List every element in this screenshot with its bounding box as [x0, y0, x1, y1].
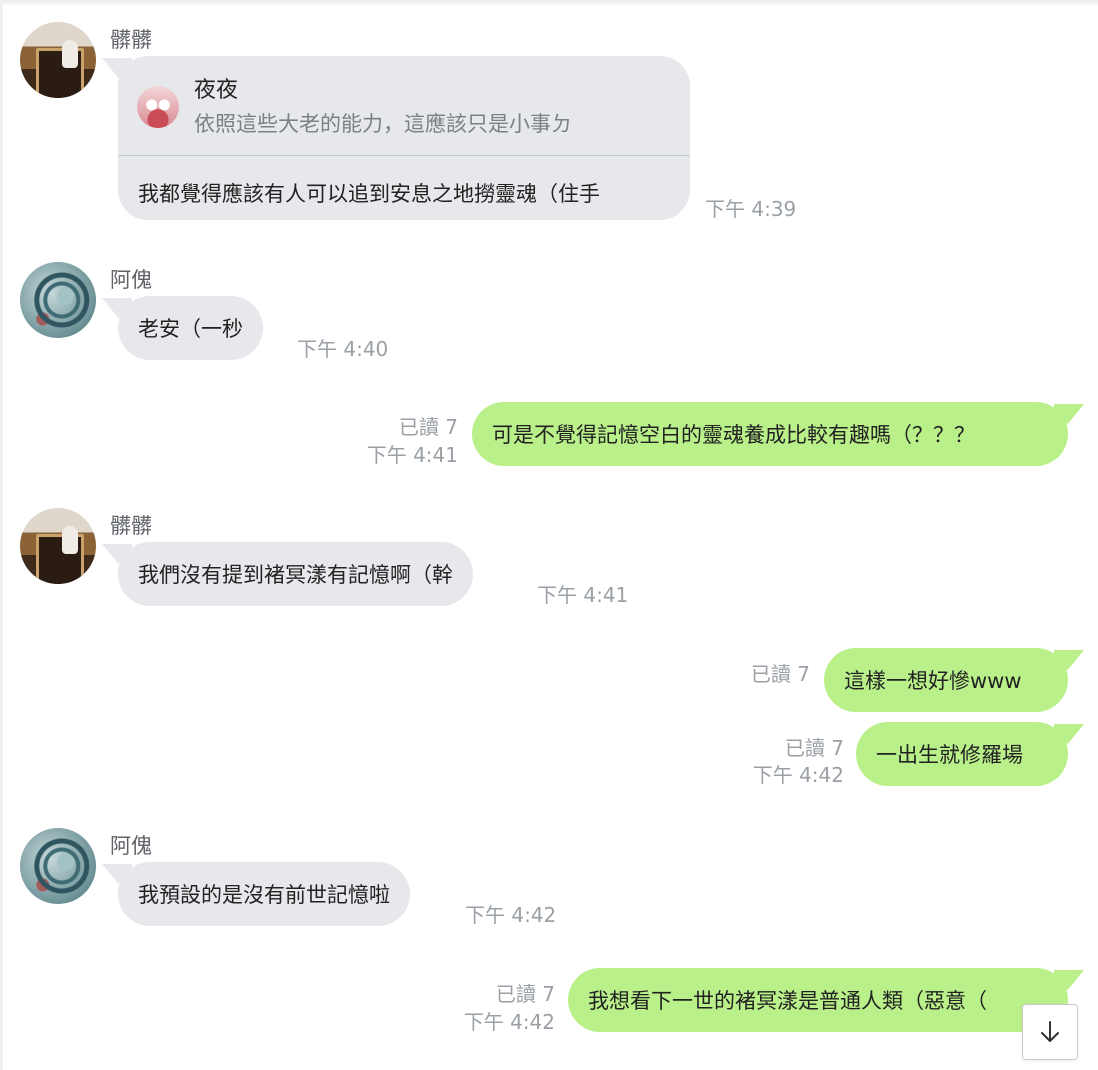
message-time: 下午 4:41 [537, 583, 629, 607]
message-text: 我想看下一世的褚冥漾是普通人類（惡意（ [588, 989, 987, 1013]
quoted-text: 依照這些大老的能力，這應該只是小事ㄉ [194, 112, 572, 136]
left-divider [0, 0, 3, 1070]
message-text: 我都覺得應該有人可以追到安息之地撈靈魂（住手 [138, 182, 600, 206]
scroll-to-bottom-button[interactable] [1022, 1004, 1078, 1060]
read-receipt: 已讀 7 [398, 415, 458, 439]
avatar [137, 86, 179, 128]
reply-message-bubble[interactable]: 夜夜 依照這些大老的能力，這應該只是小事ㄉ 我都覺得應該有人可以追到安息之地撈靈… [118, 56, 690, 220]
message-bubble[interactable]: 可是不覺得記憶空白的靈魂養成比較有趣嗎（？？？ [472, 402, 1068, 466]
message-bubble[interactable]: 我們沒有提到褚冥漾有記憶啊（幹 [118, 542, 473, 606]
message-text: 我們沒有提到褚冥漾有記憶啊（幹 [138, 563, 453, 587]
message-text: 一出生就修羅場 [876, 743, 1023, 767]
header-divider [0, 0, 1098, 6]
sender-name: 阿傀 [110, 268, 152, 292]
chat-window: 髒髒 夜夜 依照這些大老的能力，這應該只是小事ㄉ 我都覺得應該有人可以追到安息之… [0, 0, 1098, 1070]
message-time: 下午 4:41 [366, 443, 458, 467]
message-bubble[interactable]: 我預設的是沒有前世記憶啦 [118, 862, 410, 926]
message-bubble[interactable]: 一出生就修羅場 [856, 722, 1068, 786]
message-bubble[interactable]: 老安（一秒 [118, 296, 263, 360]
read-receipt: 已讀 7 [784, 736, 844, 760]
message-text: 這樣一想好慘www [844, 669, 1022, 693]
avatar[interactable] [20, 22, 96, 98]
message-time: 下午 4:42 [463, 1010, 555, 1034]
sender-name: 髒髒 [110, 28, 152, 52]
quoted-sender-name: 夜夜 [194, 78, 239, 103]
message-text: 我預設的是沒有前世記憶啦 [138, 883, 390, 907]
avatar[interactable] [20, 828, 96, 904]
message-time: 下午 4:39 [705, 197, 797, 221]
read-receipt: 已讀 7 [495, 982, 555, 1006]
message-text: 可是不覺得記憶空白的靈魂養成比較有趣嗎（？？？ [492, 423, 975, 447]
avatar[interactable] [20, 262, 96, 338]
sender-name: 阿傀 [110, 834, 152, 858]
avatar[interactable] [20, 508, 96, 584]
message-time: 下午 4:42 [465, 903, 557, 927]
arrow-down-icon [1039, 1020, 1061, 1044]
quoted-message[interactable]: 夜夜 依照這些大老的能力，這應該只是小事ㄉ [118, 56, 690, 156]
message-text: 老安（一秒 [138, 317, 243, 341]
sender-name: 髒髒 [110, 514, 152, 538]
message-bubble[interactable]: 我想看下一世的褚冥漾是普通人類（惡意（ [568, 968, 1068, 1032]
message-time: 下午 4:40 [297, 337, 389, 361]
message-time: 下午 4:42 [752, 763, 844, 787]
message-bubble[interactable]: 這樣一想好慘www [824, 648, 1068, 712]
read-receipt: 已讀 7 [750, 662, 810, 686]
